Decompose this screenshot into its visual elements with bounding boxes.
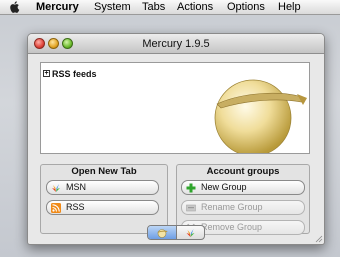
view-switcher bbox=[147, 225, 205, 240]
menu-system[interactable]: System bbox=[94, 0, 131, 14]
rss-icon bbox=[51, 203, 61, 213]
menu-help[interactable]: Help bbox=[278, 0, 301, 14]
mercury-moon-icon bbox=[157, 229, 168, 238]
rss-feeds-tree-item[interactable]: RSS feeds bbox=[52, 69, 97, 79]
apple-menu-icon[interactable] bbox=[9, 1, 20, 13]
rename-group-button[interactable]: Rename Group bbox=[181, 200, 305, 215]
account-groups-group: Account groups New Group Rename Group Re… bbox=[176, 164, 310, 235]
open-msn-button[interactable]: MSN bbox=[46, 180, 159, 195]
plus-icon bbox=[186, 183, 196, 193]
mercury-window: Mercury 1.9.5 + RSS feeds Open New Tab M… bbox=[27, 33, 325, 245]
open-rss-button[interactable]: RSS bbox=[46, 200, 159, 215]
menu-app-mercury[interactable]: Mercury bbox=[36, 0, 79, 14]
tab-mercury[interactable] bbox=[148, 226, 177, 239]
window-titlebar[interactable]: Mercury 1.9.5 bbox=[28, 34, 324, 54]
menu-bar: Mercury System Tabs Actions Options Help bbox=[0, 0, 340, 15]
mercury-logo-icon bbox=[214, 79, 307, 153]
menu-actions[interactable]: Actions bbox=[177, 0, 213, 14]
expand-toggle-icon[interactable]: + bbox=[43, 70, 50, 77]
rss-feed-panel[interactable]: + RSS feeds bbox=[40, 62, 310, 154]
msn-butterfly-icon bbox=[186, 229, 195, 237]
window-title: Mercury 1.9.5 bbox=[142, 38, 210, 50]
tab-msn[interactable] bbox=[176, 226, 204, 239]
rename-group-label: Rename Group bbox=[201, 202, 263, 212]
remove-group-label: Remove Group bbox=[201, 222, 263, 232]
rename-icon bbox=[186, 204, 196, 212]
menu-tabs[interactable]: Tabs bbox=[142, 0, 165, 14]
open-new-tab-group: Open New Tab MSN RSS bbox=[40, 164, 168, 234]
new-group-button[interactable]: New Group bbox=[181, 180, 305, 195]
new-group-label: New Group bbox=[201, 182, 247, 192]
msn-butterfly-icon bbox=[52, 184, 60, 192]
menu-options[interactable]: Options bbox=[227, 0, 265, 14]
open-msn-label: MSN bbox=[66, 182, 86, 192]
open-rss-label: RSS bbox=[66, 202, 85, 212]
resize-grip-icon[interactable] bbox=[313, 233, 323, 243]
account-groups-title: Account groups bbox=[206, 166, 280, 177]
open-new-tab-title: Open New Tab bbox=[71, 166, 137, 177]
